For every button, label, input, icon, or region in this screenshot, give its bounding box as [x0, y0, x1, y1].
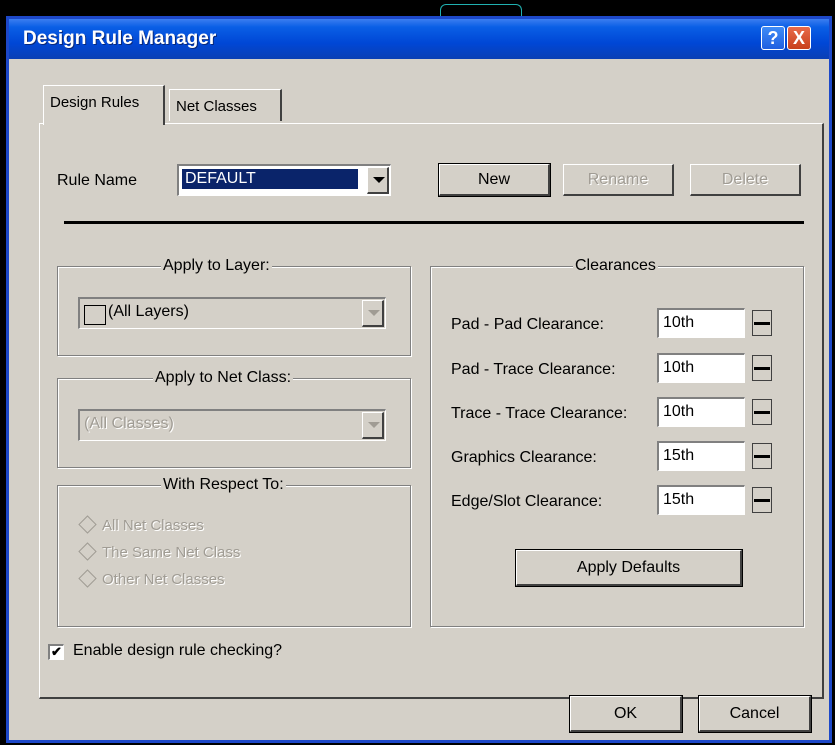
field-value: 10th [663, 403, 695, 420]
pad-pad-spinner[interactable] [752, 310, 772, 336]
with-respect-to-title: With Respect To: [161, 476, 286, 494]
graphics-clearance-input[interactable]: 15th [657, 441, 745, 471]
tab-label: Net Classes [176, 98, 257, 115]
delete-button[interactable]: Delete [690, 164, 801, 196]
trace-trace-clearance-label: Trace - Trace Clearance: [451, 405, 628, 422]
edge-slot-clearance-label: Edge/Slot Clearance: [451, 493, 603, 510]
field-value: 10th [663, 359, 695, 376]
apply-to-layer-group: Apply to Layer: (All Layers) [57, 257, 411, 356]
chevron-down-icon[interactable] [362, 412, 384, 439]
net-class-dropdown-value: (All Classes) [84, 415, 174, 432]
rename-button-label: Rename [587, 170, 649, 188]
pad-trace-clearance-input[interactable]: 10th [657, 353, 745, 383]
layer-dropdown[interactable]: (All Layers) [78, 297, 386, 329]
apply-to-net-class-group: Apply to Net Class: (All Classes) [57, 369, 411, 468]
edge-slot-clearance-input[interactable]: 15th [657, 485, 745, 515]
new-button[interactable]: New [438, 163, 551, 197]
layer-dropdown-value: (All Layers) [108, 303, 189, 320]
ok-button[interactable]: OK [569, 695, 683, 733]
pad-trace-clearance-label: Pad - Trace Clearance: [451, 361, 616, 378]
field-value: 15th [663, 491, 695, 508]
pad-pad-clearance-label: Pad - Pad Clearance: [451, 316, 604, 333]
cancel-button[interactable]: Cancel [698, 695, 812, 733]
design-rule-manager-dialog: Design Rule Manager ? X Design Rules Net… [6, 16, 832, 743]
tab-net-classes[interactable]: Net Classes [169, 89, 282, 121]
chevron-down-icon[interactable] [367, 167, 389, 194]
radio-diamond-icon [78, 568, 97, 588]
edge-slot-spinner[interactable] [752, 487, 772, 513]
field-value: 10th [663, 314, 695, 331]
new-button-label: New [477, 170, 510, 188]
graphics-clearance-label: Graphics Clearance: [451, 449, 597, 466]
radio-label: The Same Net Class [102, 544, 241, 561]
apply-defaults-label: Apply Defaults [576, 558, 681, 576]
apply-defaults-button[interactable]: Apply Defaults [515, 549, 743, 587]
layer-swatch-icon [84, 305, 106, 325]
trace-trace-clearance-input[interactable]: 10th [657, 397, 745, 427]
close-button[interactable]: X [787, 26, 811, 50]
tab-label: Design Rules [50, 94, 140, 111]
radio-label: Other Net Classes [102, 571, 225, 588]
clearances-title: Clearances [573, 257, 658, 275]
net-class-dropdown[interactable]: (All Classes) [78, 409, 386, 441]
rule-name-label: Rule Name [57, 172, 137, 190]
tab-design-rules[interactable]: Design Rules [43, 85, 165, 125]
radio-other-net-classes[interactable]: Other Net Classes [78, 568, 225, 588]
ok-button-label: OK [613, 704, 638, 722]
radio-diamond-icon [78, 514, 97, 534]
check-icon: ✔ [51, 644, 62, 659]
delete-button-label: Delete [721, 170, 769, 188]
radio-label: All Net Classes [102, 517, 204, 534]
rule-name-text: Rule Name [57, 172, 138, 189]
help-button[interactable]: ? [761, 26, 785, 50]
rule-name-value: DEFAULT [182, 169, 358, 189]
field-value: 15th [663, 447, 695, 464]
title-bar: Design Rule Manager ? X [9, 19, 829, 59]
chevron-down-icon[interactable] [362, 300, 384, 327]
window-title: Design Rule Manager [23, 28, 217, 49]
enable-drc-checkbox[interactable]: ✔ [48, 644, 64, 660]
rule-name-dropdown[interactable]: DEFAULT [177, 164, 391, 196]
enable-drc-label: Enable design rule checking? [73, 642, 283, 659]
rename-button[interactable]: Rename [563, 164, 674, 196]
cancel-button-label: Cancel [729, 704, 780, 722]
graphics-spinner[interactable] [752, 443, 772, 469]
radio-all-net-classes[interactable]: All Net Classes [78, 514, 204, 534]
tab-panel: Rule Name DEFAULT New Rename Delete Appl… [39, 123, 824, 699]
pad-pad-clearance-input[interactable]: 10th [657, 308, 745, 338]
pad-trace-spinner[interactable] [752, 355, 772, 381]
radio-diamond-icon [78, 541, 97, 561]
apply-to-layer-title: Apply to Layer: [161, 257, 272, 275]
radio-same-net-class[interactable]: The Same Net Class [78, 541, 241, 561]
trace-trace-spinner[interactable] [752, 399, 772, 425]
separator-line [64, 221, 804, 224]
apply-to-net-class-title: Apply to Net Class: [153, 369, 294, 387]
